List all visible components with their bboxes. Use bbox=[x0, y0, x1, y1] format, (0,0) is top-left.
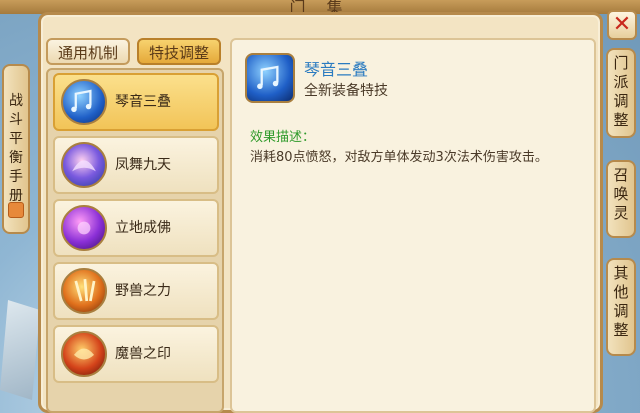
skill-name: 野兽之力 bbox=[115, 283, 171, 299]
red-seal-icon bbox=[61, 331, 107, 377]
effect-description: 消耗80点愤怒，对敌方单体发动3次法术伤害攻击。 bbox=[250, 150, 548, 165]
skill-subtitle: 全新装备特技 bbox=[304, 83, 388, 99]
list-item[interactable]: 凤舞九天 bbox=[53, 136, 219, 194]
side-tab-faction-adjust[interactable]: 门派调整 bbox=[606, 48, 636, 138]
side-tab-other-adjust[interactable]: 其他调整 bbox=[606, 258, 636, 356]
list-item[interactable]: 琴音三叠 bbox=[53, 73, 219, 131]
list-item[interactable]: 立地成佛 bbox=[53, 199, 219, 257]
tab-skill-adjust[interactable]: 特技调整 bbox=[137, 38, 221, 65]
side-tab-label: 召唤灵 bbox=[613, 166, 629, 222]
list-item[interactable]: 魔兽之印 bbox=[53, 325, 219, 383]
manual-badge-icon bbox=[8, 202, 24, 218]
blue-phoenix-icon bbox=[61, 142, 107, 188]
blue-lyre-icon bbox=[61, 79, 107, 125]
side-tab-label: 战斗平衡手册 bbox=[9, 93, 23, 204]
blue-lyre-icon bbox=[245, 53, 295, 103]
side-tab-label: 其他调整 bbox=[613, 264, 629, 339]
skill-name: 凤舞九天 bbox=[115, 157, 171, 173]
skill-name: 立地成佛 bbox=[115, 220, 171, 236]
side-tab-summon[interactable]: 召唤灵 bbox=[606, 160, 636, 238]
close-button[interactable]: ✕ bbox=[607, 10, 637, 40]
purple-orb-icon bbox=[61, 205, 107, 251]
skill-name: 琴音三叠 bbox=[115, 94, 171, 110]
close-x-icon: ✕ bbox=[612, 12, 632, 37]
list-item[interactable]: 野兽之力 bbox=[53, 262, 219, 320]
tab-general-mechanics[interactable]: 通用机制 bbox=[46, 38, 130, 65]
skill-title: 琴音三叠 bbox=[304, 60, 369, 79]
effect-heading: 效果描述： bbox=[250, 130, 316, 145]
side-tab-label: 门派调整 bbox=[613, 54, 629, 129]
skill-name: 魔兽之印 bbox=[115, 346, 171, 362]
orange-beast-icon bbox=[61, 268, 107, 314]
skill-list[interactable]: 琴音三叠 凤舞九天 立地成佛 野兽之力 魔兽之印 bbox=[46, 68, 224, 413]
